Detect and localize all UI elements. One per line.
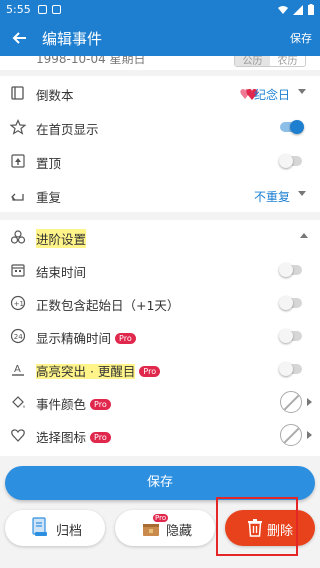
include-start-toggle[interactable] xyxy=(279,296,302,310)
repeat-label: 重复 xyxy=(36,190,62,205)
row-show-home[interactable]: 在首页显示 xyxy=(0,110,320,144)
signal-icon xyxy=(293,4,303,15)
pin-top-toggle[interactable] xyxy=(279,154,302,168)
plus-one-icon: +1 xyxy=(10,295,26,311)
heart-outline-icon xyxy=(11,429,25,442)
calendar-type-toggle[interactable]: 公历 农历 xyxy=(234,56,306,67)
calendar-icon xyxy=(11,264,25,277)
precise-time-toggle[interactable] xyxy=(279,329,302,343)
status-time: 5:55 xyxy=(6,3,31,16)
page-title: 编辑事件 xyxy=(42,30,103,48)
row-precise-time[interactable]: 24 显示精确时间 Pro xyxy=(0,319,320,353)
row-end-time[interactable]: 结束时间 xyxy=(0,253,320,287)
paint-bucket-icon xyxy=(12,396,25,408)
24-hour-icon: 24 xyxy=(10,328,26,344)
row-highlight[interactable]: A 高亮突出 · 更醒目 Pro xyxy=(0,352,320,386)
chevron-right-icon[interactable] xyxy=(307,398,312,406)
row-choose-icon[interactable]: 选择图标 Pro xyxy=(0,418,320,452)
archive-label: 归档 xyxy=(56,524,83,539)
layers-icon xyxy=(10,230,26,244)
pro-badge: Pro xyxy=(90,432,111,443)
svg-text:+1: +1 xyxy=(14,300,24,308)
end-time-toggle[interactable] xyxy=(279,263,302,277)
seg-lunar[interactable]: 农历 xyxy=(270,56,305,67)
repeat-icon xyxy=(11,193,24,201)
chevron-up-icon[interactable] xyxy=(300,233,308,238)
chevron-down-icon[interactable] xyxy=(298,89,306,94)
notification-icon xyxy=(38,5,47,14)
hide-label: 隐藏 xyxy=(166,524,193,539)
archive-icon xyxy=(32,517,47,536)
advanced-header[interactable]: 进阶设置 xyxy=(0,220,320,254)
notification-a-icon xyxy=(52,5,61,14)
basic-settings-card: 倒数本 纪念日 在首页显示 置顶 重复 不重复 xyxy=(0,76,320,212)
seg-solar[interactable]: 公历 xyxy=(235,56,270,67)
archive-button[interactable]: 归档 xyxy=(5,510,105,546)
precise-time-label: 显示精确时间 Pro xyxy=(36,328,136,347)
pro-badge: Pro xyxy=(139,366,161,377)
advanced-title: 进阶设置 xyxy=(36,229,87,248)
end-time-label: 结束时间 xyxy=(36,265,87,280)
show-home-toggle[interactable] xyxy=(280,120,304,134)
appbar-save-button[interactable]: 保存 xyxy=(290,30,312,46)
star-icon xyxy=(10,119,26,135)
annotation-highlight-box xyxy=(216,497,298,556)
row-countdown-book[interactable]: 倒数本 纪念日 xyxy=(0,76,320,110)
repeat-value: 不重复 xyxy=(253,190,290,204)
row-repeat[interactable]: 重复 不重复 xyxy=(0,178,320,212)
chevron-right-icon[interactable] xyxy=(307,431,312,439)
pro-badge: Pro xyxy=(90,399,111,410)
svg-text:24: 24 xyxy=(14,333,23,341)
status-right xyxy=(278,4,314,15)
book-icon xyxy=(11,86,24,100)
wifi-icon xyxy=(278,5,288,14)
pro-badge: Pro xyxy=(115,333,136,344)
back-arrow-icon[interactable] xyxy=(10,28,30,48)
highlight-toggle[interactable] xyxy=(279,362,302,376)
row-event-color[interactable]: 事件颜色 Pro xyxy=(0,385,320,419)
date-row-partial: 1998-10-04 星期日 公历 农历 xyxy=(0,56,320,70)
pin-top-label: 置顶 xyxy=(36,156,62,171)
pin-top-icon xyxy=(11,154,25,168)
chevron-down-icon[interactable] xyxy=(298,191,306,196)
battery-icon xyxy=(308,4,314,15)
countdown-book-label: 倒数本 xyxy=(36,88,74,103)
form-scroll-area[interactable]: 1998-10-04 星期日 公历 农历 倒数本 纪念日 在首页显示 置顶 重复… xyxy=(0,56,320,460)
include-start-label: 正数包含起始日（+1天） xyxy=(36,298,180,313)
save-button[interactable]: 保存 xyxy=(5,466,315,500)
status-bar: 5:55 xyxy=(0,0,320,20)
svg-text:A: A xyxy=(14,364,21,375)
advanced-settings-card: 进阶设置 结束时间 +1 正数包含起始日（+1天） 24 显示精确时间 Pro A… xyxy=(0,220,320,456)
row-pin-top[interactable]: 置顶 xyxy=(0,144,320,178)
color-swatch-none[interactable] xyxy=(280,391,302,413)
event-color-label: 事件颜色 Pro xyxy=(36,394,111,413)
countdown-book-value: 纪念日 xyxy=(253,88,290,102)
show-home-label: 在首页显示 xyxy=(36,122,99,137)
hide-button[interactable]: Pro 隐藏 xyxy=(115,510,215,546)
app-bar: 编辑事件 保存 xyxy=(0,20,320,56)
row-include-start[interactable]: +1 正数包含起始日（+1天） xyxy=(0,286,320,320)
date-text: 1998-10-04 星期日 xyxy=(36,56,146,66)
text-highlight-icon: A xyxy=(12,364,24,376)
icon-swatch-none[interactable] xyxy=(280,424,302,446)
choose-icon-label: 选择图标 Pro xyxy=(36,427,111,446)
highlight-label: 高亮突出 · 更醒目 Pro xyxy=(36,361,161,380)
